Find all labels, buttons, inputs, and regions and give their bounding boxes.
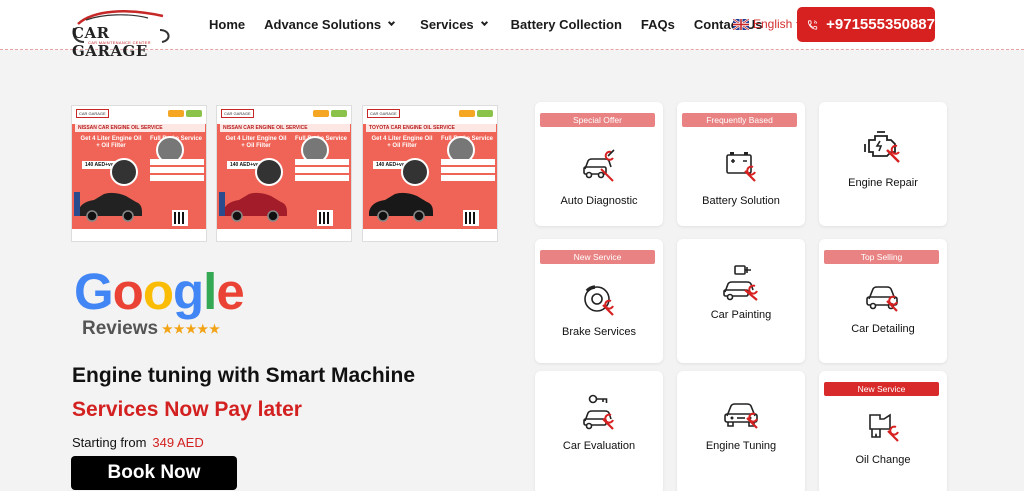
- service-card-car-painting[interactable]: Car Painting: [677, 239, 805, 363]
- engine-tuning-icon: [724, 403, 758, 429]
- promo-strip: NISSAN CAR ENGINE OIL SERVICE: [75, 124, 205, 132]
- qr-code-image: [317, 210, 333, 226]
- service-label: Car Evaluation: [562, 440, 636, 452]
- google-reviews-rating: Reviews ★★★★★: [82, 318, 221, 340]
- service-badge: Top Selling: [824, 250, 939, 264]
- logo-tagline: CAR MAINTENANCE CENTER: [88, 40, 151, 45]
- promo-oil-offer: Get 4 Liter Engine Oil + Oil Filter: [80, 136, 142, 149]
- service-badge: New Service: [540, 250, 655, 264]
- reviews-label: Reviews: [82, 318, 159, 339]
- brake-disc-icon: [584, 285, 614, 316]
- google-letter: l: [203, 263, 217, 320]
- service-label: Oil Change: [855, 454, 911, 466]
- language-label: English: [753, 17, 793, 31]
- service-card-engine-tuning[interactable]: Engine Tuning: [677, 371, 805, 491]
- service-badge: New Service: [824, 382, 939, 396]
- starting-label: Starting from: [72, 435, 147, 450]
- service-label: Battery Solution: [702, 195, 780, 207]
- site-logo[interactable]: CAR GARAGE CAR MAINTENANCE CENTER: [68, 6, 174, 60]
- google-letter: g: [172, 263, 204, 320]
- nav-advance-solutions[interactable]: Advance Solutions: [264, 17, 396, 32]
- service-card-oil-change[interactable]: New Service Oil Change: [819, 371, 947, 491]
- service-card-battery-solution[interactable]: Frequently Based Battery Solution: [677, 102, 805, 226]
- phone-number: +971555350887: [826, 16, 935, 33]
- oil-filter-image: [401, 158, 429, 186]
- nav-home-label: Home: [209, 17, 246, 32]
- promo-strip: TOYOTA CAR ENGINE OIL SERVICE: [366, 124, 496, 132]
- chevron-down-icon: [388, 18, 396, 27]
- qr-code-image: [463, 210, 479, 226]
- service-label: Brake Services: [562, 326, 636, 338]
- phone-icon: [807, 19, 818, 30]
- starting-price: Starting from 349 AED: [72, 435, 204, 450]
- promo-strip: NISSAN CAR ENGINE OIL SERVICE: [220, 124, 350, 132]
- google-wordmark: Google: [74, 263, 245, 320]
- phone-call-button[interactable]: +971555350887: [797, 7, 935, 42]
- chevron-down-icon: [480, 18, 488, 27]
- service-label: Auto Diagnostic: [560, 195, 638, 207]
- oil-filter-image: [255, 158, 283, 186]
- nav-faqs[interactable]: FAQs: [641, 17, 675, 32]
- car-image: [369, 192, 433, 222]
- promo-oil-offer: Get 4 Liter Engine Oil + Oil Filter: [225, 136, 287, 149]
- service-badge: Frequently Based: [682, 113, 797, 127]
- oil-filter-image: [110, 158, 138, 186]
- service-badge: Special Offer: [540, 113, 655, 127]
- service-card-engine-repair[interactable]: Engine Repair: [819, 102, 947, 226]
- language-selector[interactable]: English: [733, 17, 803, 31]
- nav-battery-collection[interactable]: Battery Collection: [511, 17, 622, 32]
- service-card-brake-services[interactable]: New Service Brake Services: [535, 239, 663, 363]
- service-label: Engine Tuning: [705, 440, 777, 452]
- service-card-car-evaluation[interactable]: Car Evaluation: [535, 371, 663, 491]
- promo-banner-3[interactable]: CAR GARAGE TOYOTA CAR ENGINE OIL SERVICE…: [362, 105, 498, 242]
- nav-faqs-label: FAQs: [640, 17, 675, 32]
- star-rating-icon: ★★★★★: [162, 322, 221, 336]
- google-letter: G: [74, 263, 114, 320]
- promo-banner-2[interactable]: CAR GARAGE NISSAN CAR ENGINE OIL SERVICE…: [216, 105, 352, 242]
- car-evaluation-icon: [583, 394, 614, 430]
- service-card-car-detailing[interactable]: Top Selling Car Detailing: [819, 239, 947, 363]
- promo-logo: CAR GARAGE: [367, 109, 400, 118]
- spray-paint-icon: [723, 265, 758, 301]
- google-reviews-logo[interactable]: Google: [74, 263, 245, 320]
- promo-logo: CAR GARAGE: [76, 109, 109, 118]
- promo-price-rows: [441, 159, 495, 183]
- nav-battery-collection-label: Battery Collection: [510, 17, 622, 32]
- nav-home[interactable]: Home: [209, 17, 245, 32]
- car-diagnostic-icon: [583, 149, 615, 182]
- service-label: Car Painting: [710, 309, 772, 321]
- promo-oil-offer: Get 4 Liter Engine Oil + Oil Filter: [371, 136, 433, 149]
- google-letter: o: [112, 263, 144, 320]
- oil-change-icon: [869, 413, 899, 442]
- site-header: CAR GARAGE CAR MAINTENANCE CENTER Home A…: [0, 0, 1024, 60]
- promo-price-rows: [295, 159, 349, 183]
- starting-price-value: 349 AED: [152, 435, 204, 450]
- engine-icon: [864, 131, 900, 163]
- nav-services-label: Services: [420, 17, 474, 32]
- promo-logo: CAR GARAGE: [221, 109, 254, 118]
- main-nav: Home Advance Solutions Services Battery …: [209, 17, 763, 32]
- promo-banner-1[interactable]: CAR GARAGE NISSAN CAR ENGINE OIL SERVICE…: [71, 105, 207, 242]
- service-label: Engine Repair: [848, 177, 918, 189]
- google-letter: o: [142, 263, 174, 320]
- google-letter: e: [216, 263, 244, 320]
- nav-services[interactable]: Services: [420, 17, 488, 32]
- car-detailing-icon: [866, 286, 898, 312]
- car-image: [74, 192, 142, 222]
- promo-price-rows: [150, 159, 204, 183]
- service-card-auto-diagnostic[interactable]: Special Offer Auto Diagnostic: [535, 102, 663, 226]
- hero-title: Engine tuning with Smart Machine: [72, 364, 416, 387]
- car-image: [219, 192, 287, 222]
- hero-subtitle: Services Now Pay later: [72, 398, 302, 421]
- qr-code-image: [172, 210, 188, 226]
- nav-advance-solutions-label: Advance Solutions: [264, 17, 382, 32]
- battery-icon: [726, 152, 756, 182]
- uk-flag-icon: [733, 18, 749, 30]
- service-label: Car Detailing: [851, 323, 915, 335]
- book-now-button[interactable]: Book Now: [71, 456, 237, 490]
